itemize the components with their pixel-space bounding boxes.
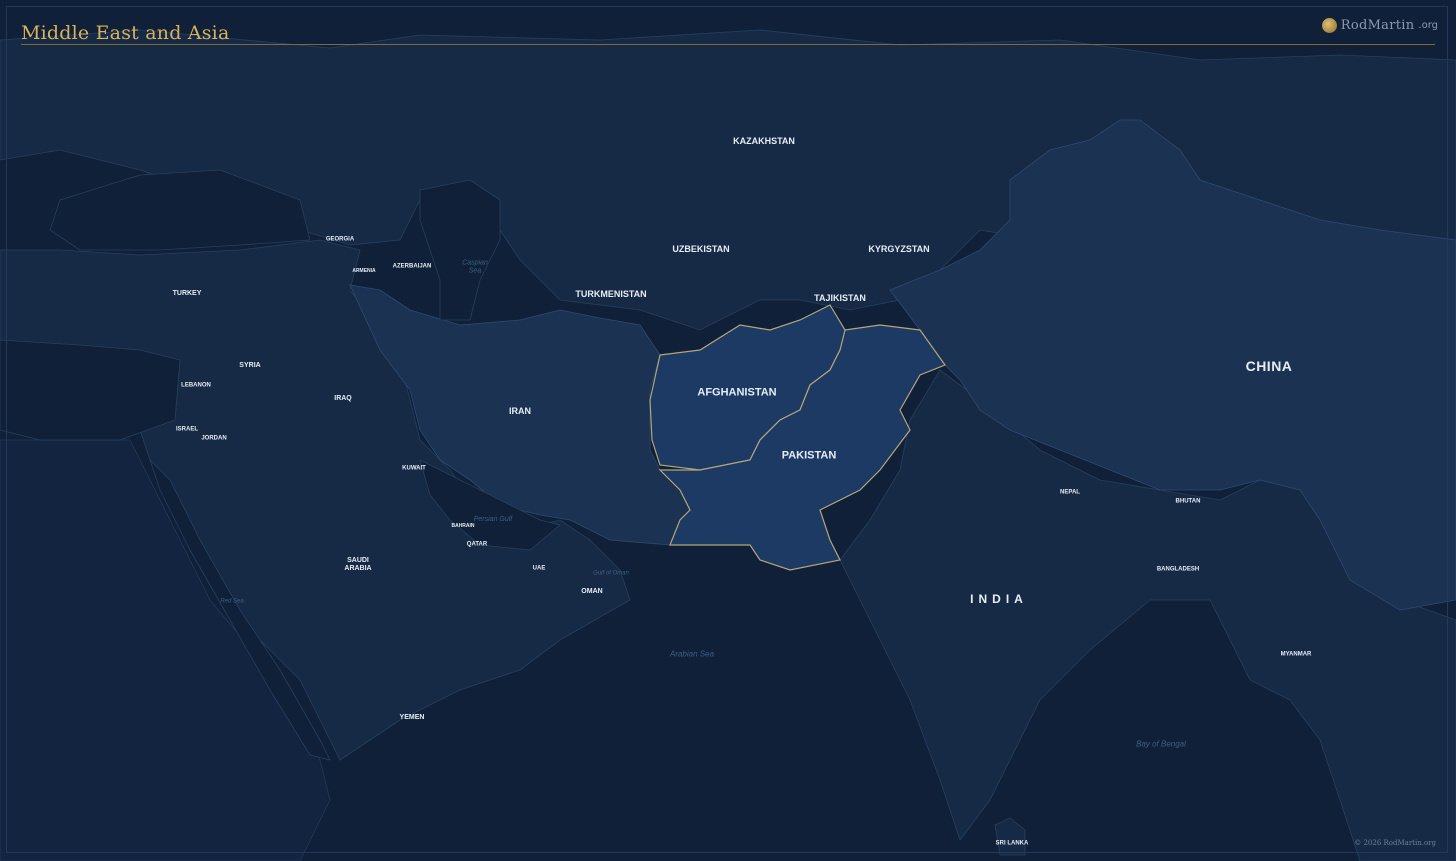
- label-bay-of-bengal: Bay of Bengal: [1136, 739, 1186, 749]
- label-nepal: NEPAL: [1060, 489, 1080, 496]
- brand-logo[interactable]: RodMartin .org: [1321, 15, 1438, 35]
- label-arabian-sea: Arabian Sea: [669, 649, 715, 659]
- label-gulf-of-oman: Gulf of Oman: [593, 570, 629, 577]
- label-pakistan: PAKISTAN: [781, 449, 837, 462]
- label-georgia: GEORGIA: [325, 236, 355, 243]
- label-bangladesh: BANGLADESH: [1156, 566, 1200, 573]
- globe-icon: [1321, 17, 1337, 33]
- label-syria: SYRIA: [239, 361, 261, 369]
- copyright-notice: © 2026 RodMartin.org: [1354, 839, 1436, 847]
- label-turkey: TURKEY: [172, 289, 202, 297]
- label-oman: OMAN: [581, 587, 603, 595]
- label-yemen: YEMEN: [399, 713, 425, 721]
- label-bahrain: BAHRAIN: [451, 523, 475, 530]
- label-kyrgyzstan: KYRGYZSTAN: [868, 243, 930, 254]
- logo-tld: .org: [1418, 19, 1438, 31]
- map-frame: Middle East and Asia RodMartin .org KAZA…: [0, 0, 1456, 861]
- title-rule: [21, 44, 1435, 45]
- label-bhutan: BHUTAN: [1175, 498, 1201, 505]
- label-india: INDIA: [970, 592, 1028, 607]
- label-saudi-arabia: SAUDI ARABIA: [344, 556, 372, 572]
- mediterranean-water: [0, 339, 181, 441]
- label-china: CHINA: [1245, 357, 1293, 374]
- label-azerbaijan: AZERBAIJAN: [392, 263, 432, 270]
- logo-name: RodMartin: [1340, 17, 1415, 33]
- label-israel: ISRAEL: [175, 426, 199, 433]
- label-kuwait: KUWAIT: [402, 465, 426, 472]
- label-iraq: IRAQ: [334, 394, 352, 402]
- label-uae: UAE: [532, 565, 546, 572]
- label-iran: IRAN: [509, 405, 531, 416]
- label-lebanon: LEBANON: [181, 382, 211, 389]
- label-armenia: ARMENIA: [352, 268, 376, 275]
- label-qatar: QATAR: [466, 541, 488, 548]
- label-turkmenistan: TURKMENISTAN: [575, 288, 647, 299]
- label-persian-gulf: Persian Gulf: [473, 516, 513, 524]
- map-canvas[interactable]: [0, 0, 1456, 861]
- label-red-sea: Red Sea: [220, 598, 244, 605]
- label-afghanistan: AFGHANISTAN: [697, 386, 777, 399]
- label-caspian-sea: Caspian Sea: [462, 259, 488, 274]
- label-jordan: JORDAN: [201, 435, 227, 442]
- label-kazakhstan: KAZAKHSTAN: [733, 135, 795, 146]
- label-sri-lanka: SRI LANKA: [995, 840, 1029, 847]
- map-title: Middle East and Asia: [21, 22, 230, 44]
- label-myanmar: MYANMAR: [1280, 651, 1312, 658]
- label-uzbekistan: UZBEKISTAN: [672, 243, 730, 254]
- label-tajikistan: TAJIKISTAN: [814, 292, 866, 303]
